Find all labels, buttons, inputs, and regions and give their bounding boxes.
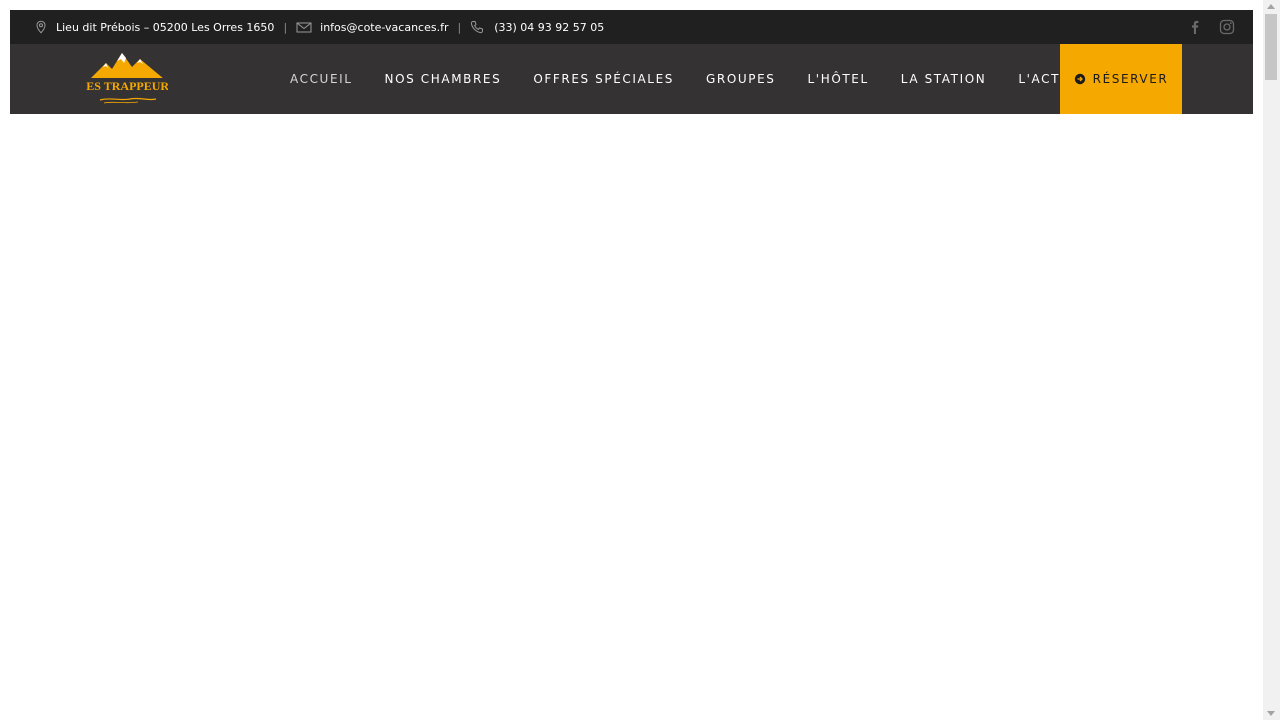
site-logo[interactable]: LES TRAPPEURS — [78, 49, 176, 107]
separator: | — [457, 20, 462, 34]
scroll-up-arrow-icon[interactable] — [1267, 4, 1275, 9]
arrow-circle-right-icon — [1074, 73, 1086, 85]
page: Lieu dit Prébois – 05200 Les Orres 1650 … — [10, 10, 1253, 720]
main-navbar: LES TRAPPEURS ACCUEIL NOS CHAMBRES OFFRE… — [10, 44, 1253, 114]
phone-icon — [470, 20, 484, 34]
email-item[interactable]: infos@cote-vacances.fr — [296, 20, 449, 34]
vertical-scrollbar[interactable] — [1263, 0, 1280, 720]
svg-text:LES TRAPPEURS: LES TRAPPEURS — [86, 79, 168, 93]
reserve-label: RÉSERVER — [1092, 72, 1169, 86]
scroll-thumb[interactable] — [1265, 14, 1277, 80]
nav-item-nos-chambres[interactable]: NOS CHAMBRES — [369, 44, 518, 114]
phone-link[interactable]: (33) 04 93 92 57 05 — [494, 21, 604, 34]
top-info-bar: Lieu dit Prébois – 05200 Les Orres 1650 … — [10, 10, 1253, 44]
email-link[interactable]: infos@cote-vacances.fr — [320, 21, 448, 34]
nav-item-groupes[interactable]: GROUPES — [690, 44, 792, 114]
main-content — [10, 114, 1253, 720]
facebook-icon[interactable] — [1187, 19, 1203, 35]
separator: | — [283, 20, 288, 34]
social-links — [1187, 10, 1235, 44]
nav-item-accueil[interactable]: ACCUEIL — [274, 44, 369, 114]
main-menu: ACCUEIL NOS CHAMBRES OFFRES SPÉCIALES GR… — [274, 44, 1086, 114]
nav-item-hotel[interactable]: L'HÔTEL — [792, 44, 885, 114]
scroll-down-arrow-icon[interactable] — [1267, 711, 1275, 716]
contact-info: Lieu dit Prébois – 05200 Les Orres 1650 … — [34, 10, 604, 44]
reserve-button[interactable]: RÉSERVER — [1060, 44, 1182, 114]
envelope-icon — [296, 20, 312, 34]
phone-item[interactable]: (33) 04 93 92 57 05 — [470, 20, 604, 34]
nav-item-la-station[interactable]: LA STATION — [885, 44, 1003, 114]
instagram-icon[interactable] — [1219, 19, 1235, 35]
location-pin-icon — [34, 20, 48, 34]
address-text: Lieu dit Prébois – 05200 Les Orres 1650 — [56, 20, 275, 34]
address-item: Lieu dit Prébois – 05200 Les Orres 1650 — [34, 20, 274, 34]
nav-item-offres-speciales[interactable]: OFFRES SPÉCIALES — [517, 44, 690, 114]
